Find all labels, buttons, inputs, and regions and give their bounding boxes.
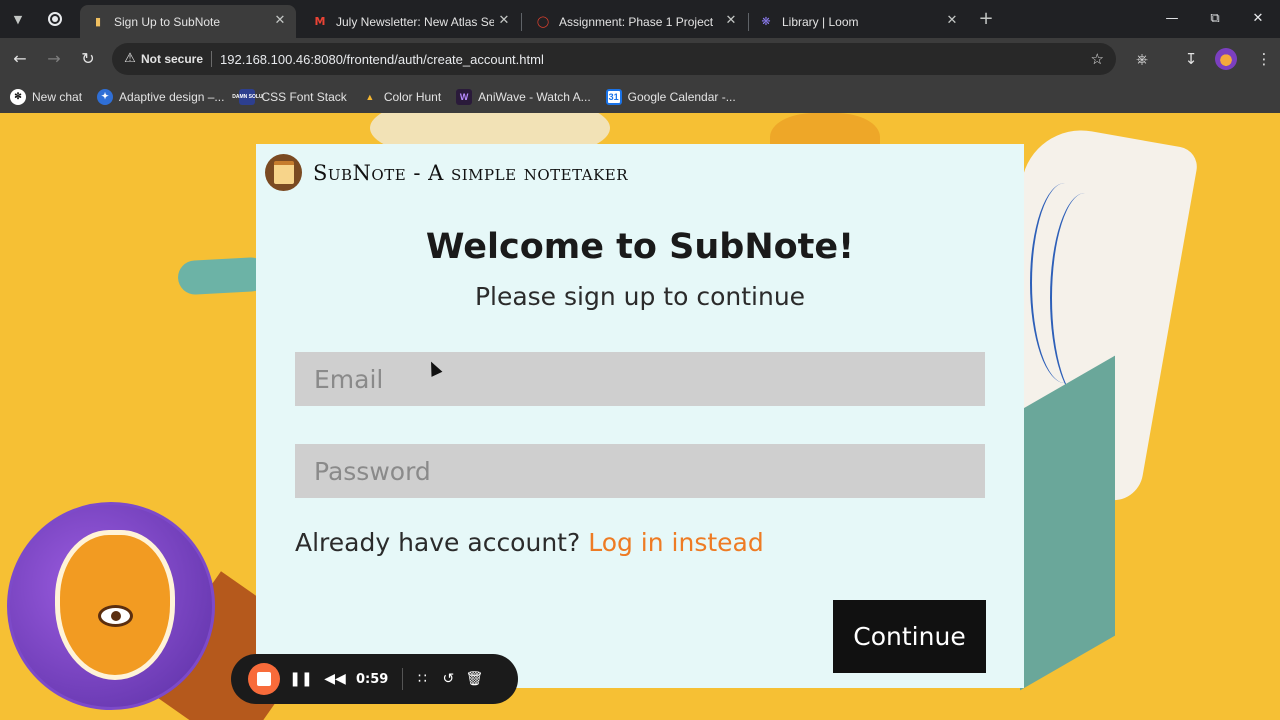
- hamsa-hand-icon: [55, 530, 175, 680]
- tab-title: Sign Up to SubNote: [114, 14, 221, 29]
- close-tab-icon[interactable]: ✕: [496, 13, 512, 29]
- tab-title: Library | Loom: [782, 14, 859, 29]
- stop-recording-button[interactable]: [248, 663, 280, 695]
- pause-icon[interactable]: ❚❚: [288, 671, 314, 687]
- recording-timer: 0:59: [356, 671, 389, 687]
- calendar-icon: 31: [605, 88, 622, 105]
- address-bar[interactable]: ⚠ Not secure 192.168.100.46:8080/fronten…: [112, 43, 1116, 75]
- tab-loom-library[interactable]: ❋ Library | Loom ✕: [748, 5, 968, 38]
- subnote-favicon-icon: ▮: [94, 15, 102, 28]
- gmail-icon: M: [314, 15, 326, 28]
- login-prompt: Already have account? Log in instead: [295, 528, 764, 557]
- signup-card: SubNote - A simple notetaker Welcome to …: [256, 144, 1024, 688]
- welcome-heading: Welcome to SubNote!: [425, 227, 855, 267]
- close-tab-icon[interactable]: ✕: [272, 13, 288, 29]
- tab-assignment[interactable]: ◯ Assignment: Phase 1 Project ✕: [525, 5, 747, 38]
- adaptive-icon: ✦: [97, 88, 114, 105]
- already-text: Already have account?: [295, 528, 581, 557]
- bookmark-star-icon[interactable]: ☆: [1091, 50, 1104, 68]
- bookmark-new-chat[interactable]: ✼ New chat: [10, 88, 83, 105]
- rewind-icon[interactable]: ◀◀: [322, 671, 348, 687]
- security-label[interactable]: Not secure: [141, 52, 203, 66]
- brand-header: SubNote - A simple notetaker: [265, 154, 628, 191]
- profile-avatar[interactable]: [1215, 48, 1237, 70]
- omnibox-divider: [211, 51, 213, 67]
- aniwave-icon: W: [456, 88, 473, 105]
- back-icon[interactable]: ←: [8, 47, 32, 71]
- recorder-camera-bubble[interactable]: [7, 502, 215, 710]
- restart-icon[interactable]: ↺: [435, 671, 461, 687]
- continue-button[interactable]: Continue: [833, 600, 986, 673]
- cssfontstack-icon: DAMN SOLU: [232, 88, 263, 105]
- restore-icon[interactable]: ⧉: [1203, 8, 1227, 30]
- browser-toolbar: ← → ↻ ⚠ Not secure 192.168.100.46:8080/f…: [0, 38, 1280, 80]
- warning-icon: ⚠: [124, 51, 136, 66]
- bookmark-aniwave[interactable]: W AniWave - Watch A...: [456, 88, 591, 105]
- login-link[interactable]: Log in instead: [588, 528, 764, 557]
- tab-search-icon[interactable]: ▼: [6, 7, 30, 31]
- bookmark-google-calendar[interactable]: 31 Google Calendar -...: [605, 88, 736, 105]
- tab-title: Assignment: Phase 1 Project: [559, 14, 714, 29]
- drawing-tools-icon[interactable]: ∷: [409, 671, 435, 687]
- bookmark-label: Google Calendar -...: [627, 89, 736, 104]
- password-field[interactable]: [295, 444, 985, 498]
- url-text[interactable]: 192.168.100.46:8080/frontend/auth/create…: [220, 52, 544, 67]
- loom-icon: ❋: [761, 15, 771, 28]
- recorder-divider: [402, 668, 404, 690]
- canvas-icon: ◯: [536, 15, 550, 28]
- brand-title: SubNote - A simple notetaker: [313, 160, 629, 185]
- extensions-icon[interactable]: ⎈: [1130, 47, 1154, 71]
- colorhunt-icon: ▲: [365, 91, 375, 102]
- close-tab-icon[interactable]: ✕: [723, 13, 739, 29]
- recording-indicator-icon: [48, 12, 62, 26]
- bookmarks-bar: ✼ New chat ✦ Adaptive design –... DAMN S…: [0, 80, 1280, 113]
- reload-icon[interactable]: ↻: [76, 47, 100, 71]
- close-tab-icon[interactable]: ✕: [944, 13, 960, 29]
- new-tab-icon[interactable]: +: [975, 8, 997, 30]
- tab-separator: [521, 13, 522, 31]
- close-window-icon[interactable]: ✕: [1246, 8, 1270, 30]
- bookmark-css-font-stack[interactable]: DAMN SOLU CSS Font Stack: [232, 88, 347, 105]
- tab-title: July Newsletter: New Atlas Search: [336, 14, 494, 29]
- tab-sign-up[interactable]: ▮ Sign Up to SubNote ✕: [80, 5, 296, 38]
- menu-kebab-icon[interactable]: ⋮: [1252, 47, 1276, 71]
- bookmark-label: CSS Font Stack: [261, 89, 347, 104]
- bookmark-label: New chat: [32, 89, 83, 104]
- bookmark-label: Color Hunt: [383, 89, 442, 104]
- forward-icon[interactable]: →: [42, 47, 66, 71]
- tab-strip: ▼ ▮ Sign Up to SubNote ✕ M July Newslett…: [0, 0, 1280, 38]
- bookmark-adaptive-design[interactable]: ✦ Adaptive design –...: [97, 88, 225, 105]
- bookmark-label: Adaptive design –...: [119, 89, 225, 104]
- notepad-logo-icon: [265, 154, 302, 191]
- tab-july-newsletter[interactable]: M July Newsletter: New Atlas Search ✕: [302, 5, 520, 38]
- email-field[interactable]: [295, 352, 985, 406]
- download-icon[interactable]: ↧: [1179, 47, 1203, 71]
- stop-icon: [257, 672, 271, 686]
- recorder-controls: ❚❚ ◀◀ 0:59 ∷ ↺ 🗑: [231, 654, 518, 704]
- eye-icon: [98, 605, 133, 627]
- bookmark-label: AniWave - Watch A...: [478, 89, 591, 104]
- trash-icon[interactable]: 🗑: [461, 671, 487, 687]
- bookmark-color-hunt[interactable]: ▲ Color Hunt: [362, 89, 441, 105]
- signup-subtitle: Please sign up to continue: [474, 282, 806, 311]
- chatgpt-icon: ✼: [10, 88, 26, 105]
- background-book-spine: [1020, 355, 1115, 691]
- minimize-icon[interactable]: —: [1160, 8, 1184, 30]
